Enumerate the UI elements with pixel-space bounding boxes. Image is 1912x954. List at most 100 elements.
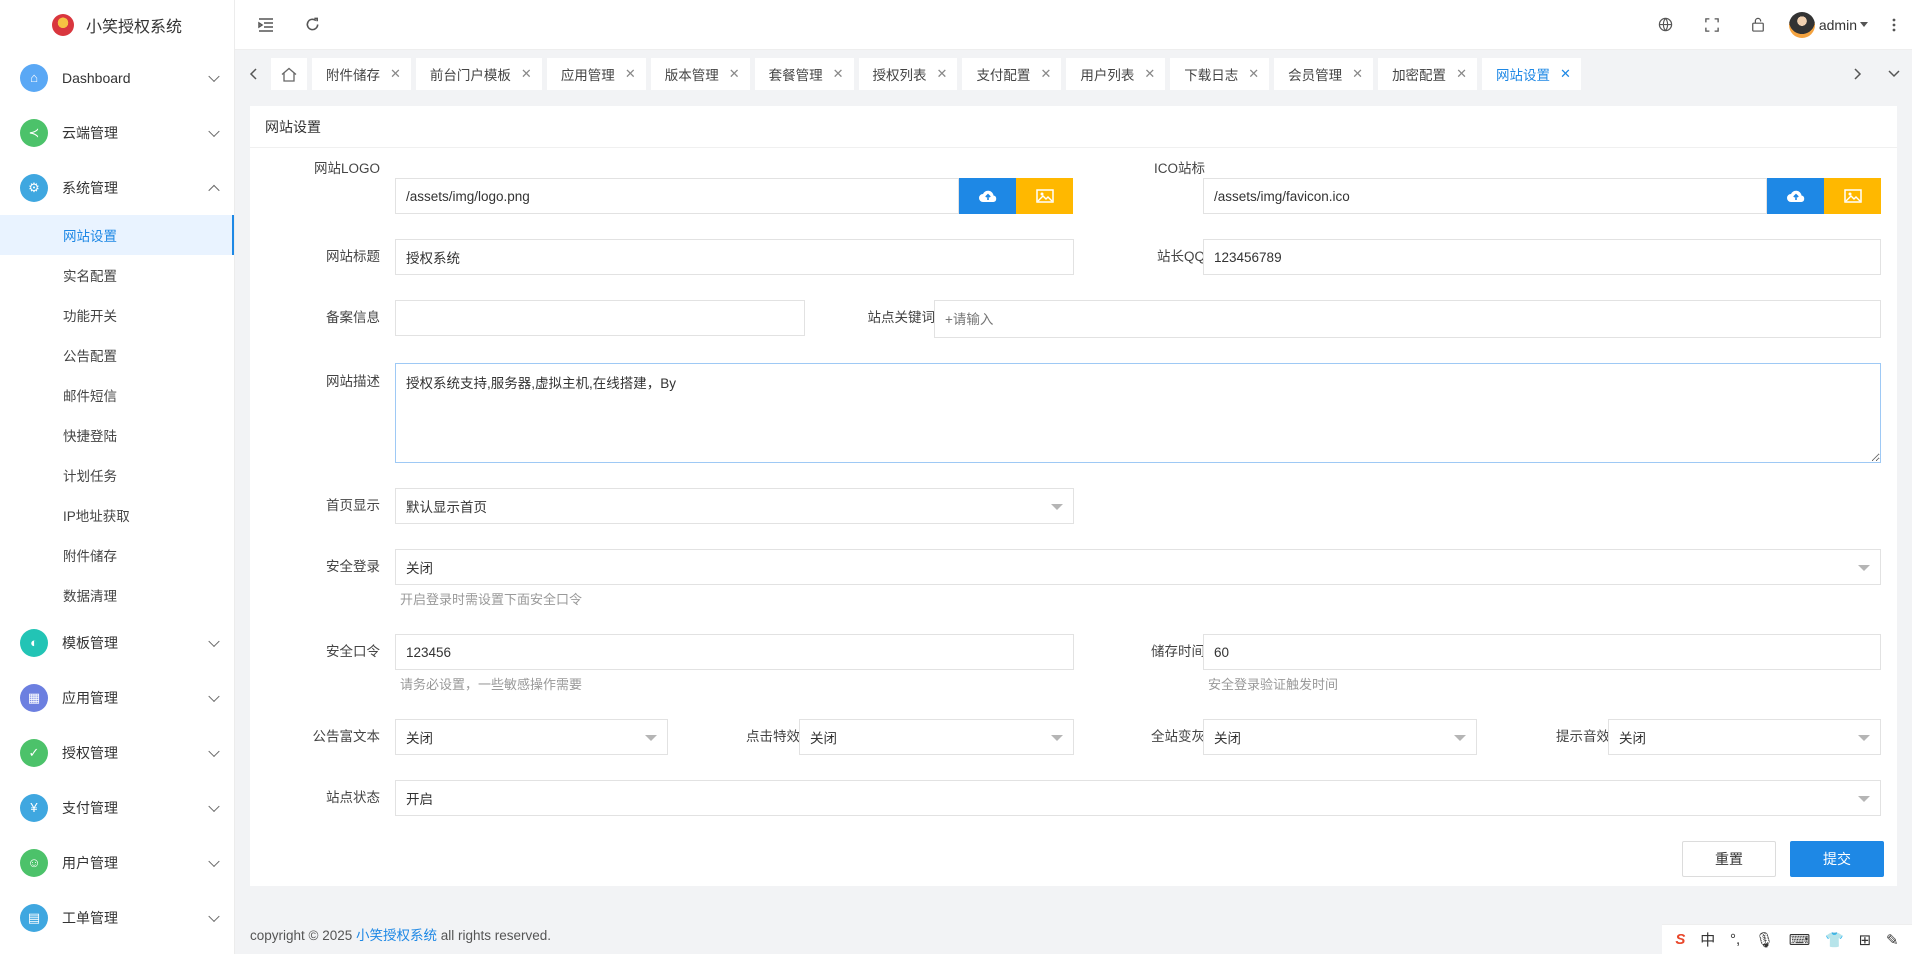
logo-preview-button[interactable] <box>1016 178 1073 214</box>
status-select[interactable]: 开启 <box>395 780 1881 816</box>
sound-select[interactable]: 关闭 <box>1608 719 1881 755</box>
menu-group-template[interactable]: ◐ 模板管理 <box>0 615 234 670</box>
tab-portal-template[interactable]: 前台门户模板 ✕ <box>415 58 542 90</box>
icp-input[interactable] <box>395 300 805 336</box>
sidebar-item-quick-login[interactable]: 快捷登陆 <box>0 415 234 455</box>
username: admin <box>1818 16 1857 33</box>
rich-select[interactable]: 关闭 <box>395 719 668 755</box>
microphone-icon[interactable]: 🎙 <box>1755 931 1774 949</box>
tab-encrypt[interactable]: 加密配置 ✕ <box>1378 58 1477 90</box>
close-icon[interactable]: ✕ <box>390 66 401 82</box>
close-icon[interactable]: ✕ <box>625 66 636 82</box>
tab-user-list[interactable]: 用户列表 ✕ <box>1066 58 1166 90</box>
safe-login-select[interactable]: 关闭 <box>395 549 1881 585</box>
collapse-menu-icon[interactable] <box>243 0 289 50</box>
tab-home-icon[interactable] <box>271 58 307 90</box>
safe-code-input[interactable] <box>395 634 1074 670</box>
home-select[interactable]: 默认显示首页 <box>395 488 1074 524</box>
more-vertical-icon[interactable] <box>1876 0 1912 50</box>
sidebar-item-site-settings[interactable]: 网站设置 <box>0 215 234 255</box>
ime-logo-icon[interactable]: S <box>1675 931 1685 948</box>
sidebar-item-notice[interactable]: 公告配置 <box>0 335 234 375</box>
tab-version[interactable]: 版本管理 ✕ <box>650 58 750 90</box>
user-menu[interactable]: admin <box>1781 11 1876 38</box>
ime-punctuation-icon[interactable]: °, <box>1730 931 1740 948</box>
card-title: 网站设置 <box>250 106 1897 148</box>
close-icon[interactable]: ✕ <box>1248 66 1259 82</box>
keyboard-icon[interactable]: ⌨ <box>1789 931 1811 949</box>
tab-label: 应用管理 <box>560 68 615 83</box>
gray-select[interactable]: 关闭 <box>1203 719 1477 755</box>
close-icon[interactable]: ✕ <box>937 66 948 82</box>
sidebar-item-data-clean[interactable]: 数据清理 <box>0 575 234 615</box>
rich-label: 公告富文本 <box>312 729 381 744</box>
close-icon[interactable]: ✕ <box>521 66 532 82</box>
sidebar-item-attachment[interactable]: 附件储存 <box>0 535 234 575</box>
qq-input[interactable] <box>1203 239 1881 275</box>
menu-group-label: 支付管理 <box>62 799 118 816</box>
close-icon[interactable]: ✕ <box>729 66 740 82</box>
home-icon: ⌂ <box>20 63 48 92</box>
tab-package[interactable]: 套餐管理 ✕ <box>754 58 854 90</box>
sidebar-item-feature-switch[interactable]: 功能开关 <box>0 295 234 335</box>
chevron-down-icon <box>208 635 220 647</box>
grid-icon[interactable]: ⊞ <box>1859 931 1872 949</box>
tab-label: 网站设置 <box>1495 68 1550 83</box>
ico-input[interactable] <box>1203 178 1767 214</box>
tab-pay-config[interactable]: 支付配置 ✕ <box>962 58 1062 90</box>
tab-download-log[interactable]: 下载日志 ✕ <box>1170 58 1270 90</box>
menu-group-user[interactable]: ☺ 用户管理 <box>0 835 234 890</box>
tabs-menu-chevron-down-icon[interactable] <box>1876 50 1912 98</box>
dropdown-arrow-icon <box>1858 735 1870 741</box>
tab-site-settings[interactable]: 网站设置 ✕ <box>1481 58 1581 90</box>
close-icon[interactable]: ✕ <box>1352 66 1363 82</box>
refresh-icon[interactable] <box>289 0 335 50</box>
ime-language[interactable]: 中 <box>1700 929 1715 950</box>
chevron-down-icon <box>208 70 220 82</box>
lock-icon[interactable] <box>1735 0 1781 50</box>
ico-upload-button[interactable] <box>1767 178 1824 214</box>
fullscreen-icon[interactable] <box>1689 0 1735 50</box>
menu-group-ticket[interactable]: ▤ 工单管理 <box>0 890 234 945</box>
reset-button[interactable]: 重置 <box>1682 841 1776 877</box>
ico-preview-button[interactable] <box>1824 178 1881 214</box>
close-icon[interactable]: ✕ <box>1040 66 1051 82</box>
tab-attachment[interactable]: 附件储存 ✕ <box>312 58 411 90</box>
menu-group-apps[interactable]: ▦ 应用管理 <box>0 670 234 725</box>
logo-input[interactable] <box>395 178 959 214</box>
keywords-input[interactable] <box>934 300 1881 338</box>
close-icon[interactable]: ✕ <box>1456 66 1467 82</box>
desc-textarea[interactable]: 授权系统支持,服务器,虚拟主机,在线搭建，By <box>395 363 1881 463</box>
click-select[interactable]: 关闭 <box>799 719 1074 755</box>
close-icon[interactable]: ✕ <box>1144 66 1155 82</box>
menu-group-system[interactable]: ⚙ 系统管理 <box>0 160 234 215</box>
menu-group-dashboard[interactable]: ⌂ Dashboard <box>0 50 234 105</box>
close-icon[interactable]: ✕ <box>1560 66 1571 82</box>
menu-group-auth[interactable]: ✓ 授权管理 <box>0 725 234 780</box>
language-globe-icon[interactable] <box>1643 0 1689 50</box>
sidebar-item-mail-sms[interactable]: 邮件短信 <box>0 375 234 415</box>
footer-link[interactable]: 小笑授权系统 <box>356 928 437 943</box>
logo-upload-button[interactable] <box>959 178 1016 214</box>
tabs-scroll-left-icon[interactable] <box>235 50 271 98</box>
sidebar-item-cron[interactable]: 计划任务 <box>0 455 234 495</box>
skin-icon[interactable]: 👕 <box>1825 931 1844 949</box>
ticket-icon: ▤ <box>20 903 48 932</box>
menu-group-pay[interactable]: ¥ 支付管理 <box>0 780 234 835</box>
sidebar-item-realname[interactable]: 实名配置 <box>0 255 234 295</box>
submit-button[interactable]: 提交 <box>1790 841 1884 877</box>
store-time-input[interactable] <box>1203 634 1881 670</box>
tab-apps[interactable]: 应用管理 ✕ <box>546 58 646 90</box>
brand[interactable]: 小笑授权系统 <box>0 0 234 50</box>
tab-member[interactable]: 会员管理 ✕ <box>1274 58 1374 90</box>
tab-auth-list[interactable]: 授权列表 ✕ <box>858 58 958 90</box>
tab-label: 会员管理 <box>1288 68 1343 83</box>
ime-extra-icon[interactable]: ✎ <box>1886 931 1899 949</box>
site-title-input[interactable] <box>395 239 1074 275</box>
sidebar-item-ip[interactable]: IP地址获取 <box>0 495 234 535</box>
keywords-label: 站点关键词 <box>867 310 936 325</box>
tabs-scroll-right-icon[interactable] <box>1840 50 1876 98</box>
dropdown-arrow-icon <box>645 735 657 741</box>
close-icon[interactable]: ✕ <box>833 66 844 82</box>
menu-group-cloud[interactable]: ≺ 云端管理 <box>0 105 234 160</box>
